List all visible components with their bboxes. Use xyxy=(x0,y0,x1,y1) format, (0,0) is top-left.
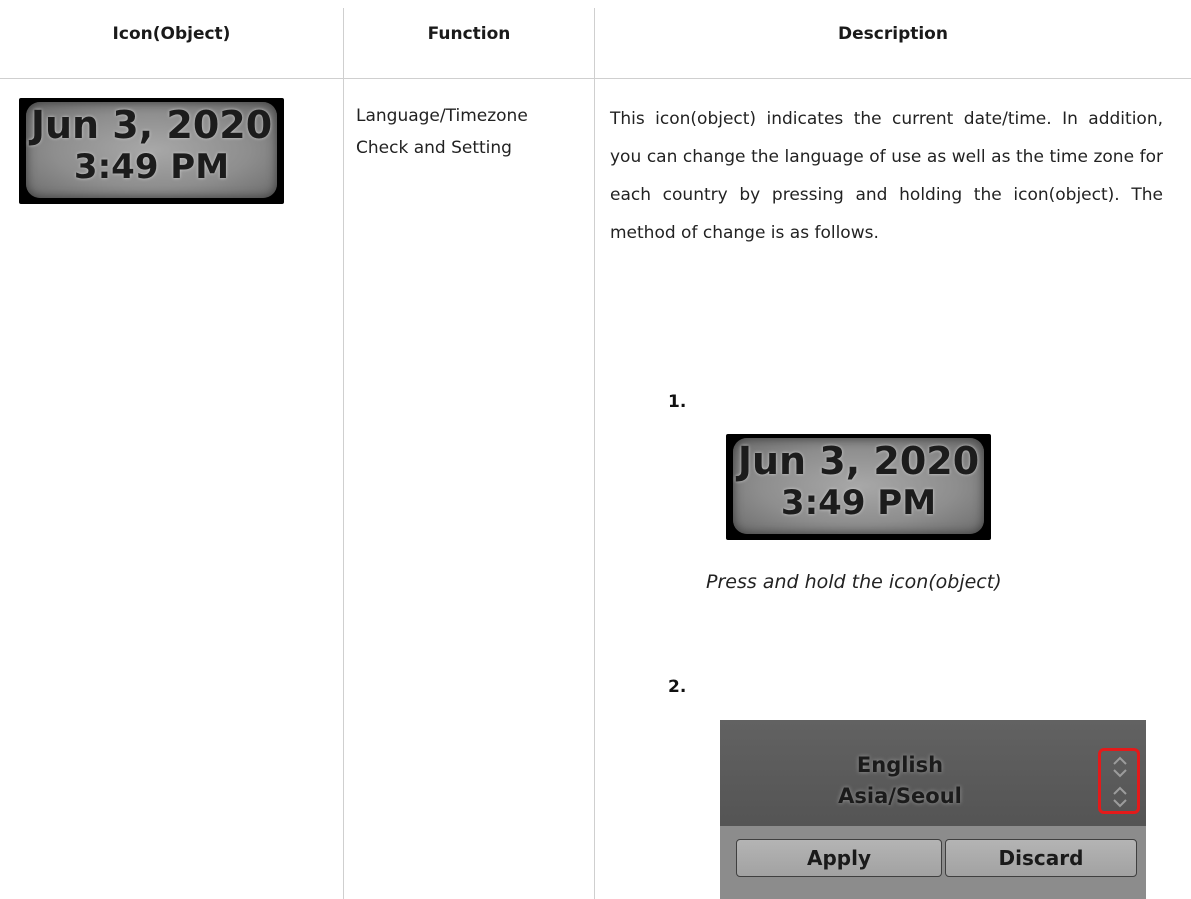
column-divider-1 xyxy=(343,8,344,899)
language-spinner-icon[interactable] xyxy=(1110,754,1130,780)
language-value[interactable]: English xyxy=(720,750,1080,780)
description-text: This icon(object) indicates the current … xyxy=(610,109,1163,243)
clock-icon: Jun 3, 2020 3:49 PM xyxy=(19,98,284,204)
function-line-1: Language/Timezone xyxy=(356,106,528,126)
header-divider xyxy=(0,78,1191,79)
clock-time-text: 3:49 PM xyxy=(73,147,230,187)
function-line-2: Check and Setting xyxy=(356,138,512,158)
step-1-caption: Press and hold the icon(object) xyxy=(706,571,1002,593)
clock-date-text: Jun 3, 2020 xyxy=(30,103,273,147)
timezone-value[interactable]: Asia/Seoul xyxy=(720,781,1080,811)
timezone-spinner-icon[interactable] xyxy=(1110,784,1130,810)
apply-button[interactable]: Apply xyxy=(736,839,942,877)
spinner-highlight xyxy=(1098,748,1140,814)
step-1-clock-face: Jun 3, 2020 3:49 PM xyxy=(733,438,984,534)
header-icon-object: Icon(Object) xyxy=(112,24,231,44)
step-1-clock-date: Jun 3, 2020 xyxy=(737,439,980,483)
step-1-clock-time: 3:49 PM xyxy=(780,483,937,523)
panel-content: English Asia/Seoul Apply Discard xyxy=(720,720,1146,899)
header-function: Function xyxy=(427,24,511,44)
clock-face: Jun 3, 2020 3:49 PM xyxy=(26,102,277,198)
function-text: Language/Timezone Check and Setting xyxy=(356,100,588,164)
column-divider-2 xyxy=(594,8,595,899)
discard-button[interactable]: Discard xyxy=(945,839,1137,877)
header-description: Description xyxy=(838,24,948,44)
step-1-number: 1. xyxy=(668,392,687,412)
step-1-clock-icon: Jun 3, 2020 3:49 PM xyxy=(726,434,991,540)
step-2-number: 2. xyxy=(668,677,687,697)
